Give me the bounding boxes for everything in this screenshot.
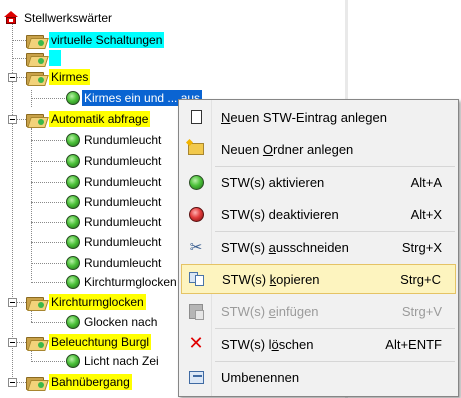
tree-item[interactable]: Glocken nach	[66, 313, 159, 331]
green-ball-icon	[66, 91, 80, 105]
green-ball-icon	[66, 175, 80, 189]
red-ball-icon	[188, 206, 204, 222]
tree-root[interactable]: Stellwerkswärter	[4, 9, 114, 27]
tree-item-label	[49, 50, 61, 66]
tree-item-label: Kirchturmglocken	[49, 294, 146, 310]
folder-icon	[25, 295, 49, 311]
menu-item-copy[interactable]: STW(s) kopieren Strg+C	[181, 264, 456, 294]
signal-box-icon	[4, 11, 18, 25]
folder-icon	[25, 335, 49, 351]
collapse-toggle[interactable]	[8, 378, 17, 387]
tree-item-label: Bahnübergang	[49, 374, 132, 390]
menu-item-label: STW(s) ausschneiden	[221, 239, 349, 255]
menu-item-shortcut: Alt+X	[410, 206, 442, 222]
tree-item-label: Glocken nach	[84, 315, 158, 329]
tree-item-label: Rundumleucht	[84, 235, 162, 249]
menu-item-paste[interactable]: STW(s) einfügen Strg+V	[181, 296, 456, 326]
menu-item-new-entry[interactable]: Neuen STW-Eintrag anlegen	[181, 102, 456, 132]
folder-icon	[25, 375, 49, 391]
menu-item-shortcut: Alt+ENTF	[385, 336, 442, 352]
tree-item-label: Beleuchtung Burgl	[49, 334, 152, 350]
tree-item[interactable]: Rundumleucht	[66, 213, 163, 231]
tree-item[interactable]: Rundumleucht	[66, 254, 163, 272]
tree-item-label: Kirmes	[49, 69, 91, 85]
menu-item-label: STW(s) kopieren	[222, 271, 320, 287]
menu-item-cut[interactable]: ✂ STW(s) ausschneiden Strg+X	[181, 232, 456, 262]
menu-item-label: STW(s) deaktivieren	[221, 206, 339, 222]
green-ball-icon	[66, 133, 80, 147]
menu-item-label: STW(s) einfügen	[221, 303, 319, 319]
tree-item-label: Rundumleucht	[84, 256, 162, 270]
collapse-toggle[interactable]	[8, 115, 17, 124]
tree-item[interactable]: Kirchturmglocken	[66, 273, 179, 291]
green-ball-icon	[188, 174, 204, 190]
tree-item-label: Licht nach Zei	[84, 354, 159, 368]
tree-item[interactable]: Rundumleucht	[66, 233, 163, 251]
menu-item-shortcut: Strg+V	[401, 303, 442, 319]
delete-icon: ✕	[188, 333, 204, 354]
tree-folder-bahnuebergang[interactable]: Bahnübergang	[25, 373, 132, 391]
collapse-toggle[interactable]	[8, 298, 17, 307]
tree-item[interactable]: Licht nach Zei	[66, 352, 161, 370]
menu-item-label: STW(s) löschen	[221, 336, 314, 352]
tree-folder[interactable]	[25, 49, 61, 67]
green-ball-icon	[66, 154, 80, 168]
tree-item-label: Rundumleucht	[84, 133, 162, 147]
tree-folder-kirmes[interactable]: Kirmes	[25, 68, 91, 86]
copy-icon	[189, 272, 205, 286]
collapse-toggle[interactable]	[8, 338, 17, 347]
menu-item-shortcut: Strg+C	[400, 271, 441, 287]
tree-root-label: Stellwerkswärter	[24, 11, 113, 25]
menu-item-label: STW(s) aktivieren	[221, 174, 325, 190]
tree-item[interactable]: Rundumleucht	[66, 152, 163, 170]
tree-item-label: Rundumleucht	[84, 175, 162, 189]
tree-item[interactable]: Rundumleucht	[66, 173, 163, 191]
menu-item-delete[interactable]: ✕ STW(s) löschen Alt+ENTF	[181, 329, 456, 359]
green-ball-icon	[66, 256, 80, 270]
collapse-toggle[interactable]	[8, 73, 17, 82]
menu-item-label: Umbenennen	[221, 369, 300, 385]
menu-item-label: Neuen STW-Eintrag anlegen	[221, 109, 387, 125]
tree-folder[interactable]: virtuelle Schaltungen	[25, 31, 165, 49]
menu-item-deactivate[interactable]: STW(s) deaktivieren Alt+X	[181, 199, 456, 229]
menu-item-new-folder[interactable]: Neuen Ordner anlegen	[181, 134, 456, 164]
tree-item-label: Kirchturmglocken	[84, 275, 177, 289]
menu-item-rename[interactable]: Umbenennen	[181, 362, 456, 392]
tree-item[interactable]: Rundumleucht	[66, 193, 163, 211]
tree-item-label: virtuelle Schaltungen	[49, 32, 165, 48]
green-ball-icon	[66, 215, 80, 229]
rename-icon	[188, 370, 204, 384]
context-menu: Neuen STW-Eintrag anlegen Neuen Ordner a…	[178, 99, 459, 397]
menu-item-activate[interactable]: STW(s) aktivieren Alt+A	[181, 167, 456, 197]
tree-folder-automatik[interactable]: Automatik abfrage	[25, 110, 151, 128]
tree-item[interactable]: Rundumleucht	[66, 131, 163, 149]
tree-item-label: Rundumleucht	[84, 215, 162, 229]
tree-item-label: Automatik abfrage	[49, 111, 151, 127]
folder-icon	[25, 112, 49, 128]
document-icon	[190, 110, 202, 124]
folder-icon	[25, 33, 49, 49]
paste-icon	[189, 303, 204, 320]
folder-icon	[25, 51, 49, 67]
tree-item-label: Rundumleucht	[84, 195, 162, 209]
green-ball-icon	[66, 235, 80, 249]
menu-item-label: Neuen Ordner anlegen	[221, 141, 354, 157]
folder-icon	[188, 143, 204, 155]
tree-folder-kirchturmglocken[interactable]: Kirchturmglocken	[25, 293, 146, 311]
green-ball-icon	[66, 275, 80, 289]
menu-item-shortcut: Alt+A	[410, 174, 442, 190]
tree-folder-beleuchtung[interactable]: Beleuchtung Burgl	[25, 333, 152, 351]
green-ball-icon	[66, 195, 80, 209]
folder-icon	[25, 70, 49, 86]
menu-item-shortcut: Strg+X	[401, 239, 442, 255]
scissors-icon: ✂	[189, 238, 203, 256]
green-ball-icon	[66, 354, 80, 368]
tree-item-label: Rundumleucht	[84, 154, 162, 168]
green-ball-icon	[66, 315, 80, 329]
